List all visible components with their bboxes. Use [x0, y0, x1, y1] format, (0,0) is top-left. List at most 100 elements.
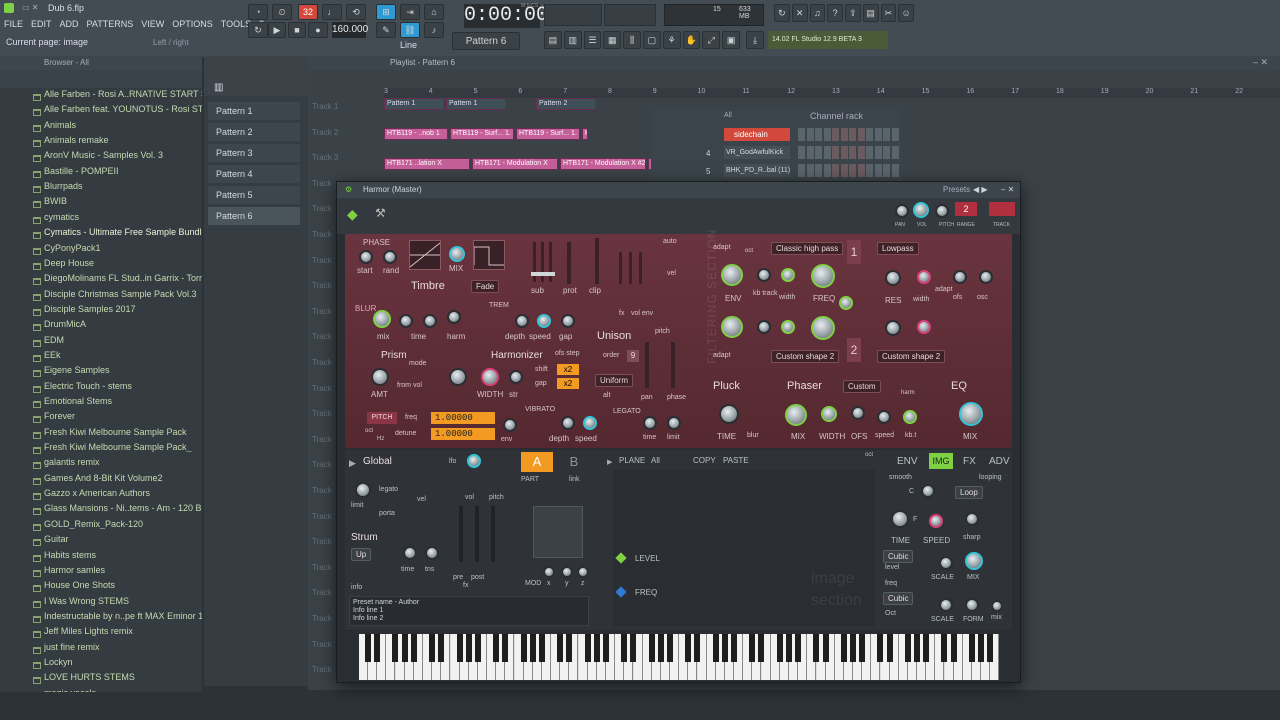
- eq-mix-knob[interactable]: [959, 402, 983, 426]
- pan-knob[interactable]: [895, 204, 909, 218]
- pattern-item[interactable]: Pattern 1: [208, 102, 300, 120]
- part-pitch-slider[interactable]: [491, 506, 495, 562]
- pattern-clip[interactable]: Pattern 1: [384, 98, 444, 110]
- phaser-mode-select[interactable]: Custom: [843, 380, 881, 393]
- piano-black-key[interactable]: [950, 634, 957, 662]
- browser-item[interactable]: Guitar: [44, 534, 202, 544]
- step-button[interactable]: [874, 128, 882, 141]
- unison-phase-slider[interactable]: [671, 342, 675, 388]
- piano-roll-icon-small[interactable]: ▥: [214, 82, 223, 93]
- loop-mode-select[interactable]: Loop: [955, 486, 983, 499]
- step-button[interactable]: [891, 164, 899, 177]
- piano-black-key[interactable]: [593, 634, 600, 662]
- step-button[interactable]: [883, 146, 890, 159]
- track-label[interactable]: Track: [312, 435, 332, 444]
- browser-item[interactable]: GOLD_Remix_Pack-120: [44, 519, 202, 529]
- mixer-icon[interactable]: ⫼: [623, 31, 641, 49]
- pluck-time-knob[interactable]: [719, 404, 739, 424]
- snap-icon[interactable]: ⊞: [376, 4, 396, 20]
- filter2-width-knob[interactable]: [781, 320, 795, 334]
- step-button[interactable]: [815, 164, 822, 177]
- lfo-knob[interactable]: [467, 454, 481, 468]
- automation-clip[interactable]: HTB119 - ..nob 1: [384, 128, 448, 140]
- video-icon[interactable]: ▣: [722, 31, 740, 49]
- piano-keyboard[interactable]: [359, 634, 1000, 680]
- step-button[interactable]: [840, 128, 848, 141]
- piano-black-key[interactable]: [849, 634, 856, 662]
- channel-name[interactable]: VR_GodAwfulKick: [724, 146, 790, 159]
- pattern-item[interactable]: Pattern 4: [208, 165, 300, 183]
- automation-clip[interactable]: HTB171 - Modulation X: [472, 158, 558, 170]
- blur-time2-knob[interactable]: [423, 314, 437, 328]
- step-button[interactable]: [832, 146, 839, 159]
- piano-black-key[interactable]: [465, 634, 472, 662]
- global-vol-knob[interactable]: [355, 482, 371, 498]
- piano-black-key[interactable]: [712, 634, 719, 662]
- help-icon[interactable]: ?: [827, 4, 843, 22]
- step-button[interactable]: [798, 128, 805, 141]
- piano-black-key[interactable]: [968, 634, 975, 662]
- browser-item[interactable]: galantis remix: [44, 457, 202, 467]
- mic-record-icon[interactable]: ♫: [809, 4, 826, 22]
- track-label[interactable]: Track: [312, 281, 332, 290]
- browser-item[interactable]: Animals: [44, 120, 202, 130]
- phase-rand-knob[interactable]: [383, 250, 397, 264]
- news-panel[interactable]: 14.02 FL Studio 12.9 BETA 3: [768, 31, 888, 49]
- level-scale-knob[interactable]: [939, 556, 953, 570]
- ofs-knob[interactable]: [953, 270, 967, 284]
- part-pan-slider[interactable]: [475, 506, 479, 562]
- timeline-ruler[interactable]: 34567891011121314151617181920212223: [384, 88, 1280, 98]
- track-label[interactable]: Track: [312, 256, 332, 265]
- step-button[interactable]: [874, 146, 882, 159]
- browser-item[interactable]: Gazzo x American Authors: [44, 488, 202, 498]
- phaser-mix-knob[interactable]: [785, 404, 807, 426]
- res2-filter-type-select[interactable]: Custom shape 2: [877, 350, 946, 363]
- browser-item[interactable]: cymatics: [44, 212, 202, 222]
- plane-collapse-icon[interactable]: ▶: [607, 458, 612, 466]
- piano-black-key[interactable]: [822, 634, 829, 662]
- browser-item[interactable]: Glass Mansions - Ni..tems - Am - 120 BPM: [44, 503, 202, 513]
- global-collapse-icon[interactable]: ▶: [349, 458, 356, 469]
- piano-black-key[interactable]: [374, 634, 381, 662]
- presets-label[interactable]: Presets: [943, 182, 970, 198]
- window-controls-icon[interactable]: ▭ ✕: [22, 3, 38, 12]
- piano-black-key[interactable]: [877, 634, 884, 662]
- menu-view[interactable]: VIEW: [137, 16, 168, 32]
- track-label[interactable]: Track: [312, 179, 332, 188]
- piano-black-key[interactable]: [923, 634, 930, 662]
- step-button[interactable]: [866, 128, 873, 141]
- filter2-freq-knob[interactable]: [811, 316, 835, 340]
- filter2-kbtrack-knob[interactable]: [757, 320, 771, 334]
- browser-item[interactable]: Bastille - POMPEII: [44, 166, 202, 176]
- filter1-width-knob[interactable]: [781, 268, 795, 282]
- stop-button[interactable]: ■: [288, 22, 306, 38]
- step-button[interactable]: [840, 146, 848, 159]
- step-button[interactable]: [806, 146, 814, 159]
- step-button[interactable]: [815, 128, 822, 141]
- pattern-selector[interactable]: Pattern 6: [452, 32, 520, 50]
- piano-black-key[interactable]: [630, 634, 637, 662]
- browser-item[interactable]: AronV Music - Samples Vol. 3: [44, 150, 202, 160]
- piano-black-key[interactable]: [520, 634, 527, 662]
- step-button[interactable]: [874, 164, 882, 177]
- filter1-type-select[interactable]: Classic high pass: [771, 242, 844, 255]
- copy-button[interactable]: COPY: [693, 456, 716, 465]
- freq-scale-knob[interactable]: [939, 598, 953, 612]
- plane-select[interactable]: All: [651, 456, 660, 465]
- pattern-clip[interactable]: Pattern 2: [536, 98, 596, 110]
- fx-tab[interactable]: FX: [963, 456, 976, 467]
- pitch-env-knob[interactable]: [503, 418, 517, 432]
- refresh-icon[interactable]: ↻: [774, 4, 790, 22]
- browser-item[interactable]: Blurrpads: [44, 181, 202, 191]
- step-button[interactable]: [849, 146, 856, 159]
- track-label[interactable]: Track: [312, 332, 332, 341]
- step-button[interactable]: [823, 146, 831, 159]
- level-interp-select[interactable]: Cubic: [883, 550, 914, 563]
- piano-black-key[interactable]: [456, 634, 463, 662]
- phaser-speed-knob[interactable]: [877, 410, 891, 424]
- track-label[interactable]: Track: [312, 384, 332, 393]
- step-button[interactable]: [883, 128, 890, 141]
- pitch-button[interactable]: PITCH: [367, 412, 397, 424]
- browser-item[interactable]: CyPonyPack1: [44, 243, 202, 253]
- timbre1-waveform[interactable]: [409, 240, 441, 270]
